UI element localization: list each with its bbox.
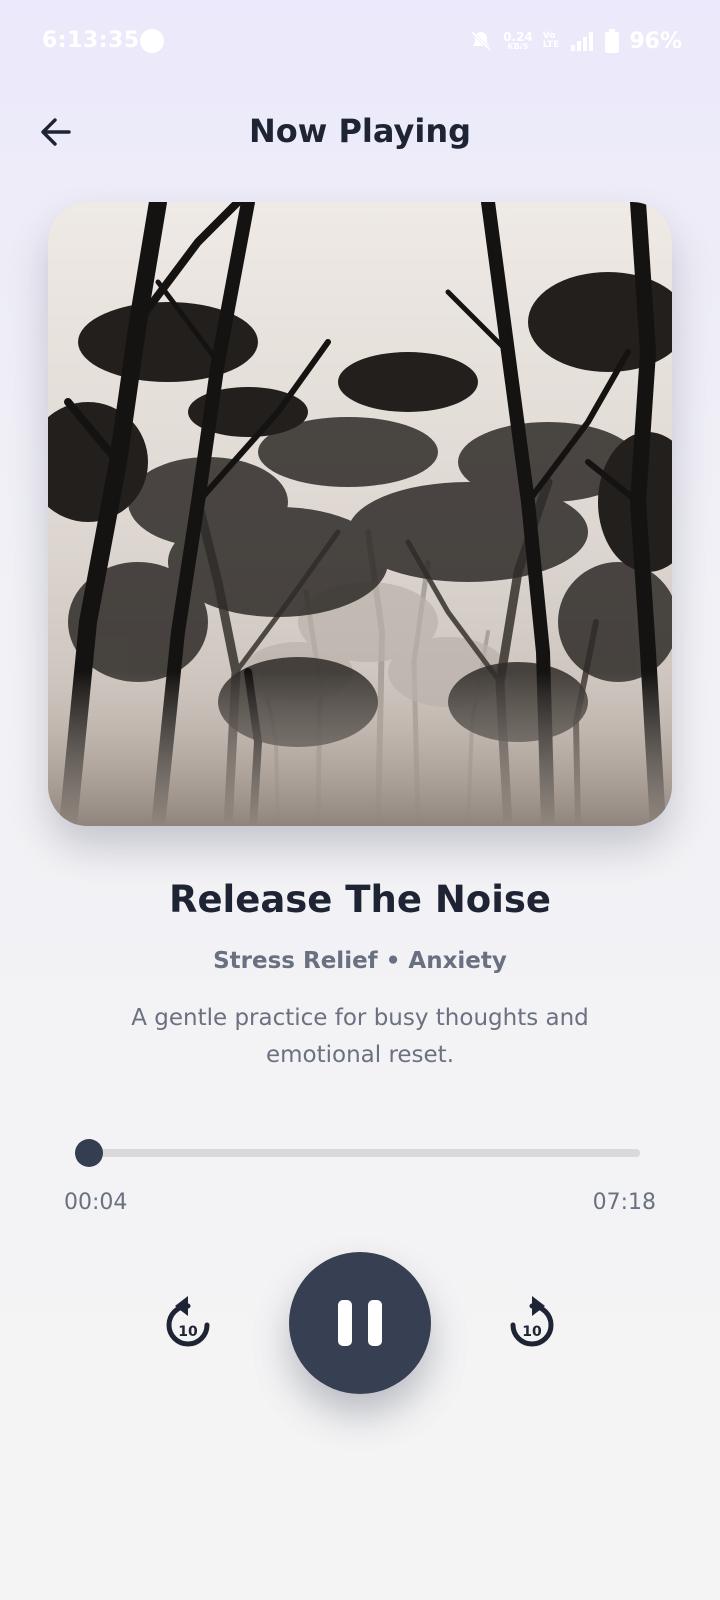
status-icons: 0.24 KB/S Vo LTE 96% [469,26,682,56]
pause-icon-bar-right [368,1300,382,1346]
pause-button[interactable] [289,1252,431,1394]
app-header: Now Playing [0,96,720,168]
track-artwork [48,202,672,826]
page-title: Now Playing [248,112,471,150]
battery-icon [605,29,620,53]
status-bar: 6:13:35 0.24 KB/S Vo LTE 96% [0,0,720,84]
pause-icon-bar-left [338,1300,352,1346]
forward-label: 10 [522,1324,542,1340]
progress-slider[interactable] [84,1149,640,1157]
notifications-off-icon [471,30,492,52]
rewind-label: 10 [178,1324,198,1340]
forward-10-button[interactable]: 10 [500,1292,560,1352]
volte-indicator: Vo LTE [543,32,560,50]
elapsed-time: 00:04 [64,1190,128,1215]
battery-percent: 96% [629,28,682,54]
forward-10-icon: 10 [510,1296,554,1347]
track-description: A gentle practice for busy thoughts and … [131,1005,589,1068]
notification-app-icon [140,29,164,53]
signal-icon [571,32,594,51]
status-time: 6:13:35 [42,28,140,53]
progress-thumb[interactable] [75,1139,103,1167]
volte-bottom: LTE [542,40,560,50]
replay-10-icon: 10 [166,1296,210,1347]
track-title: Release The Noise [168,878,552,921]
misty-forest-image [48,202,672,826]
network-speed: 0.24 KB/S [503,31,533,51]
track-tags: Stress Relief • Anxiety [213,948,507,974]
network-speed-unit: KB/S [507,42,529,51]
total-time: 07:18 [592,1190,656,1215]
rewind-10-button[interactable]: 10 [160,1292,220,1352]
